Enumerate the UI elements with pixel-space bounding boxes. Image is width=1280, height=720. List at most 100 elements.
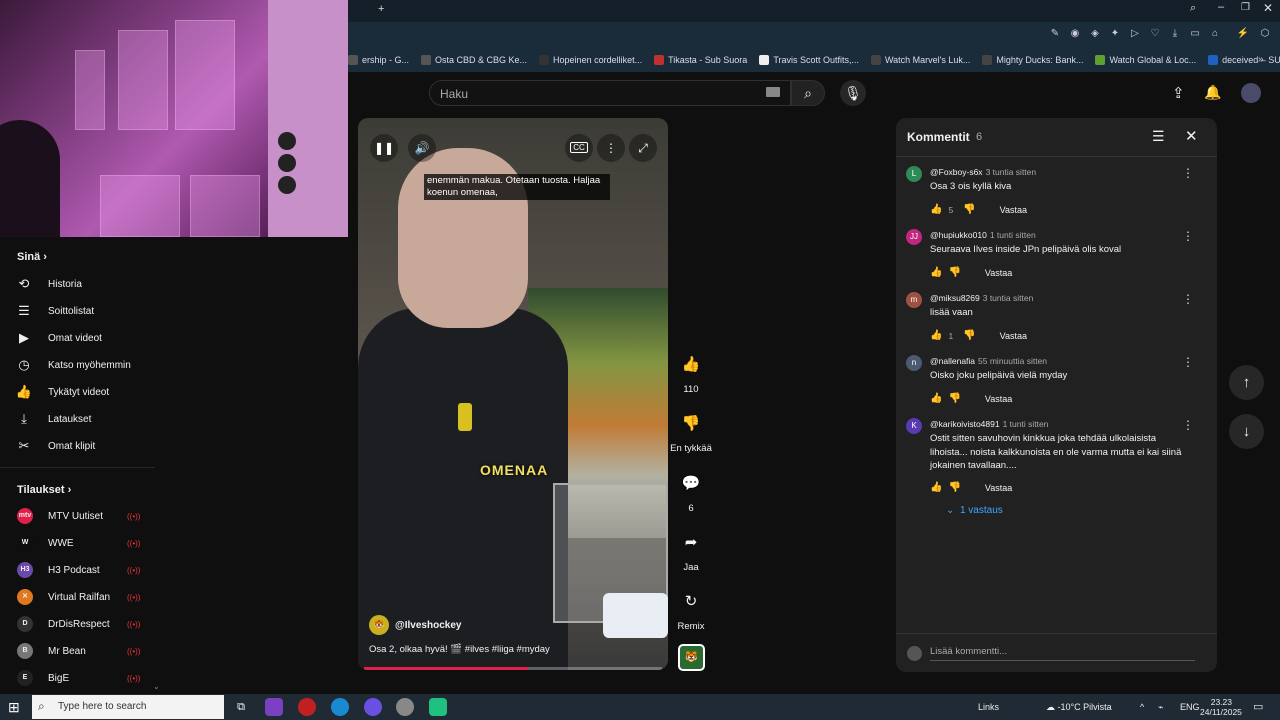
network-icon[interactable]: ⌁ — [1158, 702, 1163, 713]
app-icon-2[interactable] — [396, 698, 414, 716]
reply-button[interactable]: Vastaa — [1000, 205, 1027, 215]
subscription-item[interactable]: W WWE ((•)) — [0, 531, 155, 555]
comments-button[interactable]: 💬 6 — [670, 469, 712, 514]
volume-button[interactable]: 🔊 — [408, 134, 436, 162]
sidebar-subscriptions-title[interactable]: Tilaukset › — [17, 484, 71, 496]
extension-logo-icon[interactable]: ⚡ — [1236, 27, 1250, 41]
bookmark-item[interactable]: Watch Marvel's Luk... — [871, 55, 970, 65]
thumb-down-icon[interactable]: 👎 — [948, 267, 960, 278]
avatar[interactable]: K — [906, 418, 922, 434]
search-icon[interactable]: ⌕ — [1190, 2, 1196, 15]
thumb-down-icon[interactable]: 👎 — [948, 482, 960, 493]
subscription-item[interactable]: H3 H3 Podcast ((•)) — [0, 558, 155, 582]
windows-start-icon[interactable]: ⊞ — [8, 699, 24, 715]
task-view-icon[interactable]: ⧉ — [232, 698, 250, 716]
tray-chevron-icon[interactable]: ^ — [1140, 702, 1144, 712]
upload-icon[interactable]: ⇪ — [1172, 84, 1185, 102]
avatar[interactable]: L — [906, 166, 922, 182]
minimize-icon[interactable]: – — [1218, 1, 1224, 13]
progress-bar[interactable] — [364, 667, 662, 670]
sidebar-you-title[interactable]: Sinä › — [17, 251, 47, 263]
thumb-down-icon[interactable]: 👎 — [963, 330, 975, 341]
view-replies-button[interactable]: ⌄ 1 vastaus — [946, 505, 1003, 516]
comment-author[interactable]: @nallenafia 55 minuuttia sitten — [930, 356, 1047, 366]
download-icon[interactable]: ⤓ — [1168, 27, 1182, 41]
more-bookmarks-icon[interactable]: » — [1258, 54, 1264, 65]
channel-avatar[interactable]: 🐯 — [369, 615, 389, 635]
next-video-button[interactable]: ↓ — [1229, 414, 1264, 449]
shield-icon[interactable]: ◈ — [1088, 27, 1102, 41]
subscription-item[interactable]: E BigE ((•)) — [0, 666, 155, 690]
more-vertical-icon[interactable]: ⋮ — [1182, 166, 1194, 180]
app-icon-3[interactable] — [429, 698, 447, 716]
bookmark-item[interactable]: Mighty Ducks: Bank... — [982, 55, 1083, 65]
bell-icon[interactable]: 🔔 — [1204, 84, 1221, 101]
discord-icon[interactable] — [364, 698, 382, 716]
video-player[interactable]: ❚❚ 🔊 CC ⋮ ⤢ enemmän makua. Otetaan tuost… — [358, 118, 668, 670]
pause-button[interactable]: ❚❚ — [370, 134, 398, 162]
dislike-button[interactable]: 👎 En tykkää — [670, 409, 712, 454]
reply-button[interactable]: Vastaa — [1000, 331, 1027, 341]
notifications-icon[interactable]: ▭ — [1253, 700, 1263, 713]
channel-name[interactable]: @Ilveshockey — [395, 620, 461, 631]
thumb-up-icon[interactable]: 👍 — [930, 393, 942, 404]
thumb-up-icon[interactable]: 👍 — [930, 330, 942, 341]
avatar[interactable]: n — [906, 355, 922, 371]
more-vertical-icon[interactable]: ⋮ — [1182, 418, 1194, 432]
previous-video-button[interactable]: ↑ — [1229, 365, 1264, 400]
bookmark-item[interactable]: Osta CBD & CBG Ke... — [421, 55, 527, 65]
bookmark-item[interactable]: Hopeinen cordelliket... — [539, 55, 642, 65]
fullscreen-button[interactable]: ⤢ — [629, 134, 657, 162]
taskbar-search-input[interactable]: Type here to search — [32, 695, 224, 719]
more-vertical-icon[interactable]: ⋮ — [1182, 229, 1194, 243]
sidebar-item[interactable]: ◷ Katso myöhemmin — [0, 353, 155, 377]
comment-author[interactable]: @karikoivisto4891 1 tunti sitten — [930, 419, 1048, 429]
captions-button[interactable]: CC — [565, 134, 593, 162]
subscription-item[interactable]: B Mr Bean ((•)) — [0, 639, 155, 663]
sort-icon[interactable]: ☰ — [1152, 128, 1165, 145]
comment-input[interactable]: Lisää kommentti... — [930, 646, 1195, 661]
like-button[interactable]: 👍 110 — [670, 350, 712, 395]
clock[interactable]: 23.23 24/11/2025 — [1200, 697, 1242, 717]
more-options-button[interactable]: ⋮ — [597, 134, 625, 162]
close-icon[interactable]: ✕ — [1185, 127, 1198, 145]
app-icon[interactable] — [265, 698, 283, 716]
restore-icon[interactable]: ❐ — [1241, 2, 1250, 13]
sidebar-item[interactable]: ☰ Soittolistat — [0, 299, 155, 323]
microphone-button[interactable]: 🎙 — [840, 80, 866, 106]
scroll-down-icon[interactable]: ⌄ — [153, 682, 160, 691]
bookmark-item[interactable]: Watch Global & Loc... — [1095, 55, 1196, 65]
comment-author[interactable]: @miksu8269 3 tuntia sitten — [930, 293, 1033, 303]
search-button[interactable]: ⌕ — [791, 80, 825, 106]
close-window-icon[interactable]: ✕ — [1263, 1, 1273, 15]
bookmark-icon[interactable]: ▭ — [1188, 27, 1202, 41]
language-indicator[interactable]: ENG — [1180, 702, 1200, 712]
subscription-item[interactable]: mtv MTV Uutiset ((•)) — [0, 504, 155, 528]
bookmark-item[interactable]: Travis Scott Outfits,... — [759, 55, 859, 65]
reply-button[interactable]: Vastaa — [985, 394, 1012, 404]
sidebar-item[interactable]: ⟲ Historia — [0, 272, 155, 296]
sidebar-item[interactable]: ⤓ Lataukset — [0, 407, 155, 431]
bookmark-item[interactable]: ership - G... — [348, 55, 409, 65]
comment-author[interactable]: @Foxboy-s6x 3 tuntia sitten — [930, 167, 1036, 177]
more-vertical-icon[interactable]: ⋮ — [1182, 355, 1194, 369]
sidebar-toggle-icon[interactable]: ⬡ — [1258, 27, 1272, 41]
subscription-item[interactable]: ✕ Virtual Railfan ((•)) — [0, 585, 155, 609]
reply-button[interactable]: Vastaa — [985, 268, 1012, 278]
thumb-up-icon[interactable]: 👍 — [930, 482, 942, 493]
avatar[interactable]: JJ — [906, 229, 922, 245]
sidebar-item[interactable]: ✂ Omat klipit — [0, 434, 155, 458]
remix-button[interactable]: ↻ Remix — [670, 587, 712, 632]
sidebar-item[interactable]: ▶ Omat videot — [0, 326, 155, 350]
avatar[interactable] — [1241, 83, 1261, 103]
search-input[interactable]: Haku — [429, 80, 791, 106]
edit-icon[interactable]: ✎ — [1048, 27, 1062, 41]
bookmark-item[interactable]: deceived – SUORAT... — [1208, 55, 1280, 65]
thumb-down-icon[interactable]: 👎 — [963, 204, 975, 215]
new-tab-icon[interactable]: + — [378, 3, 384, 15]
sidebar-item[interactable]: 👍 Tykätyt videot — [0, 380, 155, 404]
play-icon[interactable]: ▷ — [1128, 27, 1142, 41]
heart-icon[interactable]: ♡ — [1148, 27, 1162, 41]
bookmark-item[interactable]: Tikasta - Sub Suora — [654, 55, 747, 65]
opera-icon[interactable] — [298, 698, 316, 716]
